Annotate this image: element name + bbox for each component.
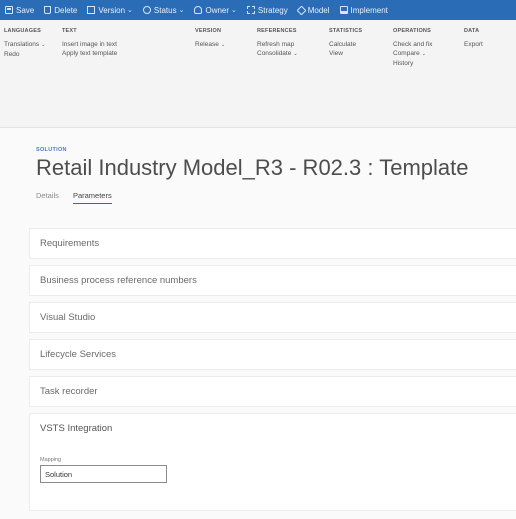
status-icon xyxy=(142,6,151,14)
section-business-process-reference-numbers[interactable]: Business process reference numbers xyxy=(29,265,516,296)
delete-button[interactable]: Delete xyxy=(39,0,82,20)
apply-text-template-button[interactable]: Apply text template xyxy=(62,49,117,58)
tab-parameters[interactable]: Parameters xyxy=(72,191,112,204)
section-visual-studio[interactable]: Visual Studio xyxy=(29,302,516,333)
section-requirements[interactable]: Requirements xyxy=(29,228,516,259)
section-label: Task recorder xyxy=(40,386,98,397)
strategy-icon xyxy=(246,6,255,14)
ribbon-group-languages: LANGUAGES Translations ⌄ Redo xyxy=(4,28,45,59)
ribbon-group-title: VERSION xyxy=(195,28,222,34)
chevron-down-icon: ⌄ xyxy=(421,51,426,57)
redo-button[interactable]: Redo xyxy=(4,50,45,59)
section-label: Business process reference numbers xyxy=(40,275,197,286)
strategy-button[interactable]: Strategy xyxy=(242,0,293,20)
model-button[interactable]: Model xyxy=(293,0,335,20)
ribbon-group-statistics: STATISTICS Calculate View xyxy=(329,28,362,58)
release-button[interactable]: Release ⌄ xyxy=(195,40,225,50)
implement-label: Implement xyxy=(350,5,388,15)
ribbon-group-title: LANGUAGES xyxy=(4,28,41,34)
owner-label: Owner xyxy=(205,5,230,15)
status-label: Status xyxy=(153,5,177,15)
mapping-input[interactable] xyxy=(40,465,167,483)
calculate-button[interactable]: Calculate xyxy=(329,40,362,49)
ribbon-group-title: STATISTICS xyxy=(329,28,363,34)
save-label: Save xyxy=(16,5,35,15)
ribbon-group-title: REFERENCES xyxy=(257,28,297,34)
translations-button[interactable]: Translations ⌄ xyxy=(4,40,45,50)
ribbon-group-references: REFERENCES Refresh map Consolidate ⌄ xyxy=(257,28,298,59)
save-icon xyxy=(5,6,13,14)
chevron-down-icon: ⌄ xyxy=(220,42,226,48)
implement-icon xyxy=(339,6,348,14)
chevron-down-icon: ⌄ xyxy=(231,7,237,14)
ribbon-group-title: TEXT xyxy=(62,28,77,34)
ribbon-group-title: OPERATIONS xyxy=(393,28,431,34)
section-vsts-integration[interactable]: VSTS Integration Mapping xyxy=(29,413,516,511)
section-label: Visual Studio xyxy=(40,312,96,323)
chevron-down-icon: ⌄ xyxy=(127,7,133,14)
chevron-down-icon: ⌄ xyxy=(293,51,298,57)
action-bar: Save Delete Version ⌄ Status ⌄ Owner ⌄ S… xyxy=(0,0,516,20)
delete-icon xyxy=(44,6,52,14)
check-and-fix-button[interactable]: Check and fix xyxy=(393,40,432,49)
section-label: Lifecycle Services xyxy=(40,349,117,360)
ribbon-group-text: TEXT Insert image in text Apply text tem… xyxy=(62,28,117,58)
tab-details[interactable]: Details xyxy=(36,191,59,204)
implement-button[interactable]: Implement xyxy=(335,0,393,20)
page-title: Retail Industry Model_R3 - R02.3 : Templ… xyxy=(36,155,469,180)
consolidate-button[interactable]: Consolidate ⌄ xyxy=(257,49,298,59)
version-label: Version xyxy=(98,5,126,15)
tab-bar: Details Parameters xyxy=(36,191,112,204)
history-button[interactable]: History xyxy=(393,59,432,68)
ribbon-group-operations: OPERATIONS Check and fix Compare ⌄ Histor… xyxy=(393,28,432,68)
owner-icon xyxy=(194,6,203,14)
ribbon-group-version: VERSION Release ⌄ xyxy=(195,28,225,50)
mapping-field-caption: Mapping xyxy=(40,457,62,463)
compare-button[interactable]: Compare ⌄ xyxy=(393,49,432,59)
model-icon xyxy=(296,5,307,15)
version-icon xyxy=(87,6,96,14)
section-task-recorder[interactable]: Task recorder xyxy=(29,376,516,407)
section-label: VSTS Integration xyxy=(40,423,113,434)
save-button[interactable]: Save xyxy=(0,0,39,20)
insert-image-button[interactable]: Insert image in text xyxy=(62,40,117,49)
view-button[interactable]: View xyxy=(329,49,362,58)
status-menu-button[interactable]: Status ⌄ xyxy=(138,0,190,20)
ribbon-group-title: DATA xyxy=(464,28,480,34)
page-eyebrow: SOLUTION xyxy=(36,147,67,153)
strategy-label: Strategy xyxy=(257,5,288,15)
main-content: SOLUTION Retail Industry Model_R3 - R02.… xyxy=(0,128,516,519)
delete-label: Delete xyxy=(54,5,78,15)
export-button[interactable]: Export xyxy=(464,40,483,49)
chevron-down-icon: ⌄ xyxy=(41,42,46,48)
owner-menu-button[interactable]: Owner ⌄ xyxy=(189,0,241,20)
model-label: Model xyxy=(307,5,330,15)
version-menu-button[interactable]: Version ⌄ xyxy=(82,0,138,20)
section-lifecycle-services[interactable]: Lifecycle Services xyxy=(29,339,516,370)
section-label: Requirements xyxy=(40,238,100,249)
refresh-map-button[interactable]: Refresh map xyxy=(257,40,298,49)
ribbon-group-data: DATA Export xyxy=(464,28,483,49)
ribbon: LANGUAGES Translations ⌄ Redo TEXT Insert… xyxy=(0,20,516,128)
chevron-down-icon: ⌄ xyxy=(178,7,185,14)
